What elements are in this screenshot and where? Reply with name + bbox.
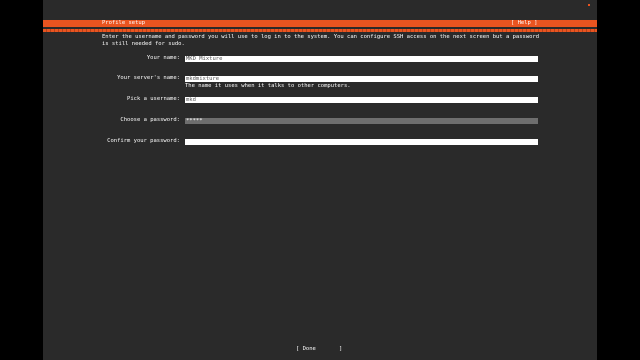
installer-screen bbox=[43, 0, 597, 360]
username-label: Pick a username: bbox=[127, 96, 180, 102]
password-field[interactable]: ***** bbox=[185, 118, 538, 124]
confirm-password-field[interactable] bbox=[185, 139, 538, 145]
page-title: Profile setup bbox=[102, 20, 146, 26]
done-button[interactable]: [ Done ] bbox=[296, 346, 342, 353]
username-field[interactable]: mkd bbox=[185, 97, 538, 103]
help-button[interactable]: [ Help ] bbox=[511, 20, 538, 27]
password-label: Choose a password: bbox=[120, 117, 180, 123]
name-field[interactable]: MKD Mixture bbox=[185, 56, 538, 62]
server-name-label: Your server's name: bbox=[117, 75, 180, 81]
confirm-password-label: Confirm your password: bbox=[107, 138, 180, 144]
intro-text: Enter the username and password you will… bbox=[102, 34, 540, 47]
header-separator bbox=[43, 29, 597, 32]
indicator-dot bbox=[588, 4, 590, 6]
server-name-hint: The name it uses when it talks to other … bbox=[185, 83, 351, 89]
name-label: Your name: bbox=[146, 55, 180, 61]
server-name-field[interactable]: mkdmixture bbox=[185, 76, 538, 82]
